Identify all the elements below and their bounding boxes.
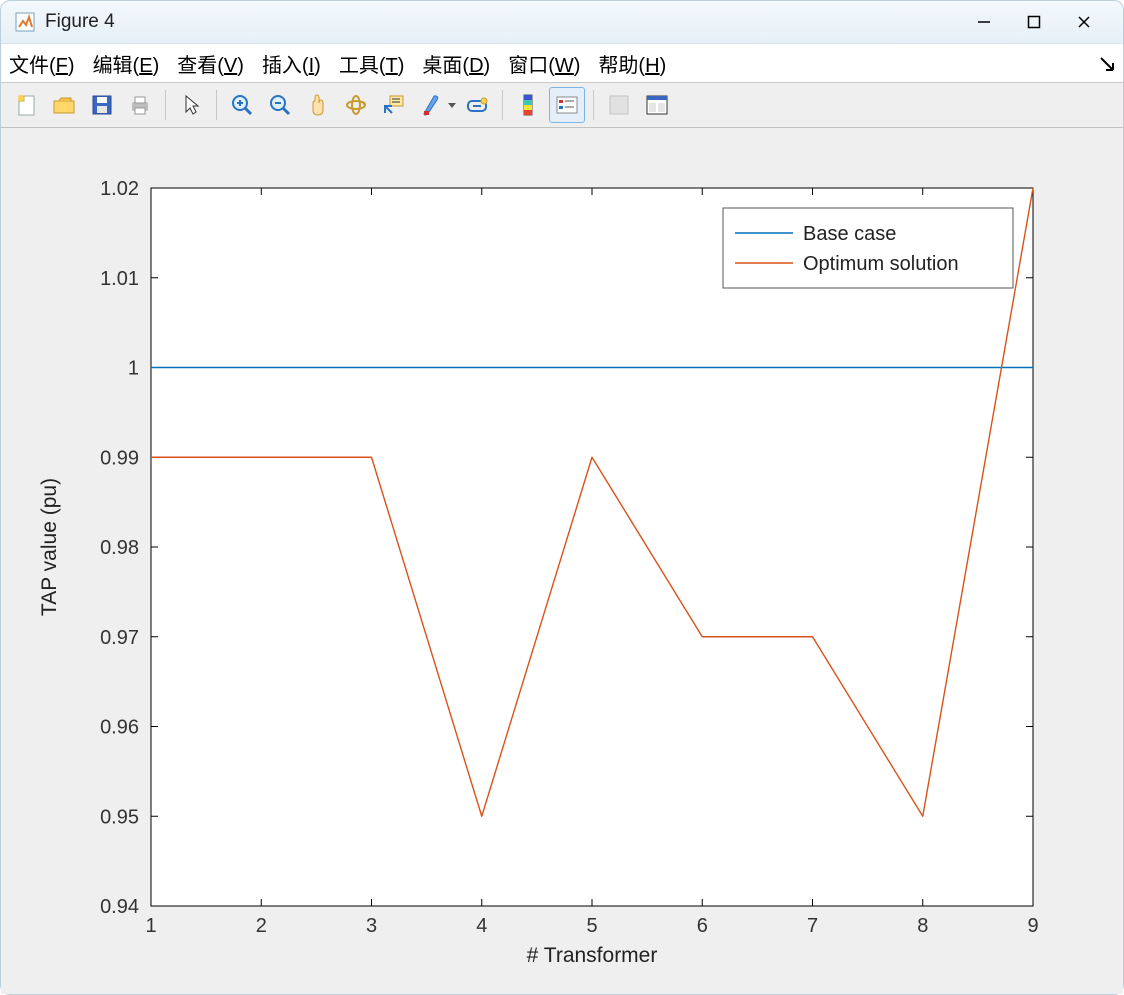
menu-insert[interactable]: 插入(I) [262, 49, 321, 78]
colorbar-icon[interactable] [511, 88, 545, 122]
menu-view[interactable]: 查看(V) [177, 49, 244, 78]
legend-icon[interactable] [549, 87, 585, 123]
svg-text:4: 4 [476, 915, 487, 937]
svg-text:1.01: 1.01 [100, 268, 139, 290]
svg-text:5: 5 [586, 915, 597, 937]
svg-text:9: 9 [1027, 915, 1038, 937]
title-bar: Figure 4 [1, 1, 1123, 44]
pan-icon[interactable] [301, 88, 335, 122]
print-icon[interactable] [123, 88, 157, 122]
menu-file[interactable]: 文件(F) [9, 49, 75, 78]
data-cursor-icon[interactable] [377, 88, 411, 122]
zoom-out-icon[interactable] [263, 88, 297, 122]
menu-bar: 文件(F) 编辑(E) 查看(V) 插入(I) 工具(T) 桌面(D) 窗口(W… [1, 44, 1123, 83]
rotate-3d-icon[interactable] [339, 88, 373, 122]
svg-text:# Transformer: # Transformer [527, 944, 658, 967]
window-title: Figure 4 [45, 11, 115, 33]
svg-text:0.99: 0.99 [100, 447, 139, 469]
svg-text:0.95: 0.95 [100, 806, 139, 828]
figure-area: 1 2 3 4 5 6 7 8 9 0.94 0.95 0.96 0.97 0.98 0.99 1 1.01 1.… [1, 128, 1123, 994]
svg-text:0.94: 0.94 [100, 896, 139, 918]
svg-text:8: 8 [917, 915, 928, 937]
svg-text:1: 1 [128, 358, 139, 380]
minimize-button[interactable] [959, 1, 1009, 43]
open-icon[interactable] [47, 88, 81, 122]
svg-text:1.02: 1.02 [100, 178, 139, 200]
svg-text:2: 2 [256, 915, 267, 937]
matlab-icon [15, 12, 35, 32]
plot-selector-disabled-icon [602, 88, 636, 122]
legend[interactable]: Base case Optimum solution [723, 208, 1013, 288]
svg-text:0.96: 0.96 [100, 717, 139, 739]
pointer-icon[interactable] [174, 88, 208, 122]
plot-browser-icon[interactable] [640, 88, 674, 122]
zoom-in-icon[interactable] [225, 88, 259, 122]
close-button[interactable] [1059, 1, 1109, 43]
svg-text:Optimum solution: Optimum solution [803, 253, 959, 275]
svg-text:0.97: 0.97 [100, 627, 139, 649]
svg-text:1: 1 [145, 915, 156, 937]
menu-help[interactable]: 帮助(H) [598, 49, 666, 78]
svg-text:6: 6 [697, 915, 708, 937]
link-data-icon[interactable] [460, 88, 494, 122]
menu-window[interactable]: 窗口(W) [508, 49, 580, 78]
new-figure-icon[interactable] [9, 88, 43, 122]
svg-text:3: 3 [366, 915, 377, 937]
svg-text:0.98: 0.98 [100, 537, 139, 559]
svg-text:TAP value (pu): TAP value (pu) [38, 478, 61, 616]
menu-tools[interactable]: 工具(T) [339, 49, 405, 78]
save-icon[interactable] [85, 88, 119, 122]
brush-dropdown-icon[interactable] [447, 88, 456, 122]
dock-arrow-icon[interactable] [1099, 55, 1115, 71]
svg-text:7: 7 [807, 915, 818, 937]
menu-edit[interactable]: 编辑(E) [93, 49, 160, 78]
figure-window: Figure 4 文件(F) 编辑(E) 查看(V) 插入(I) 工具(T) 桌… [0, 0, 1124, 995]
maximize-button[interactable] [1009, 1, 1059, 43]
svg-text:Base case: Base case [803, 223, 896, 245]
brush-icon[interactable] [415, 88, 449, 122]
toolbar [1, 83, 1123, 128]
menu-desktop[interactable]: 桌面(D) [422, 49, 490, 78]
axes[interactable]: 1 2 3 4 5 6 7 8 9 0.94 0.95 0.96 0.97 0.98 0.99 1 1.01 1.… [1, 128, 1123, 994]
